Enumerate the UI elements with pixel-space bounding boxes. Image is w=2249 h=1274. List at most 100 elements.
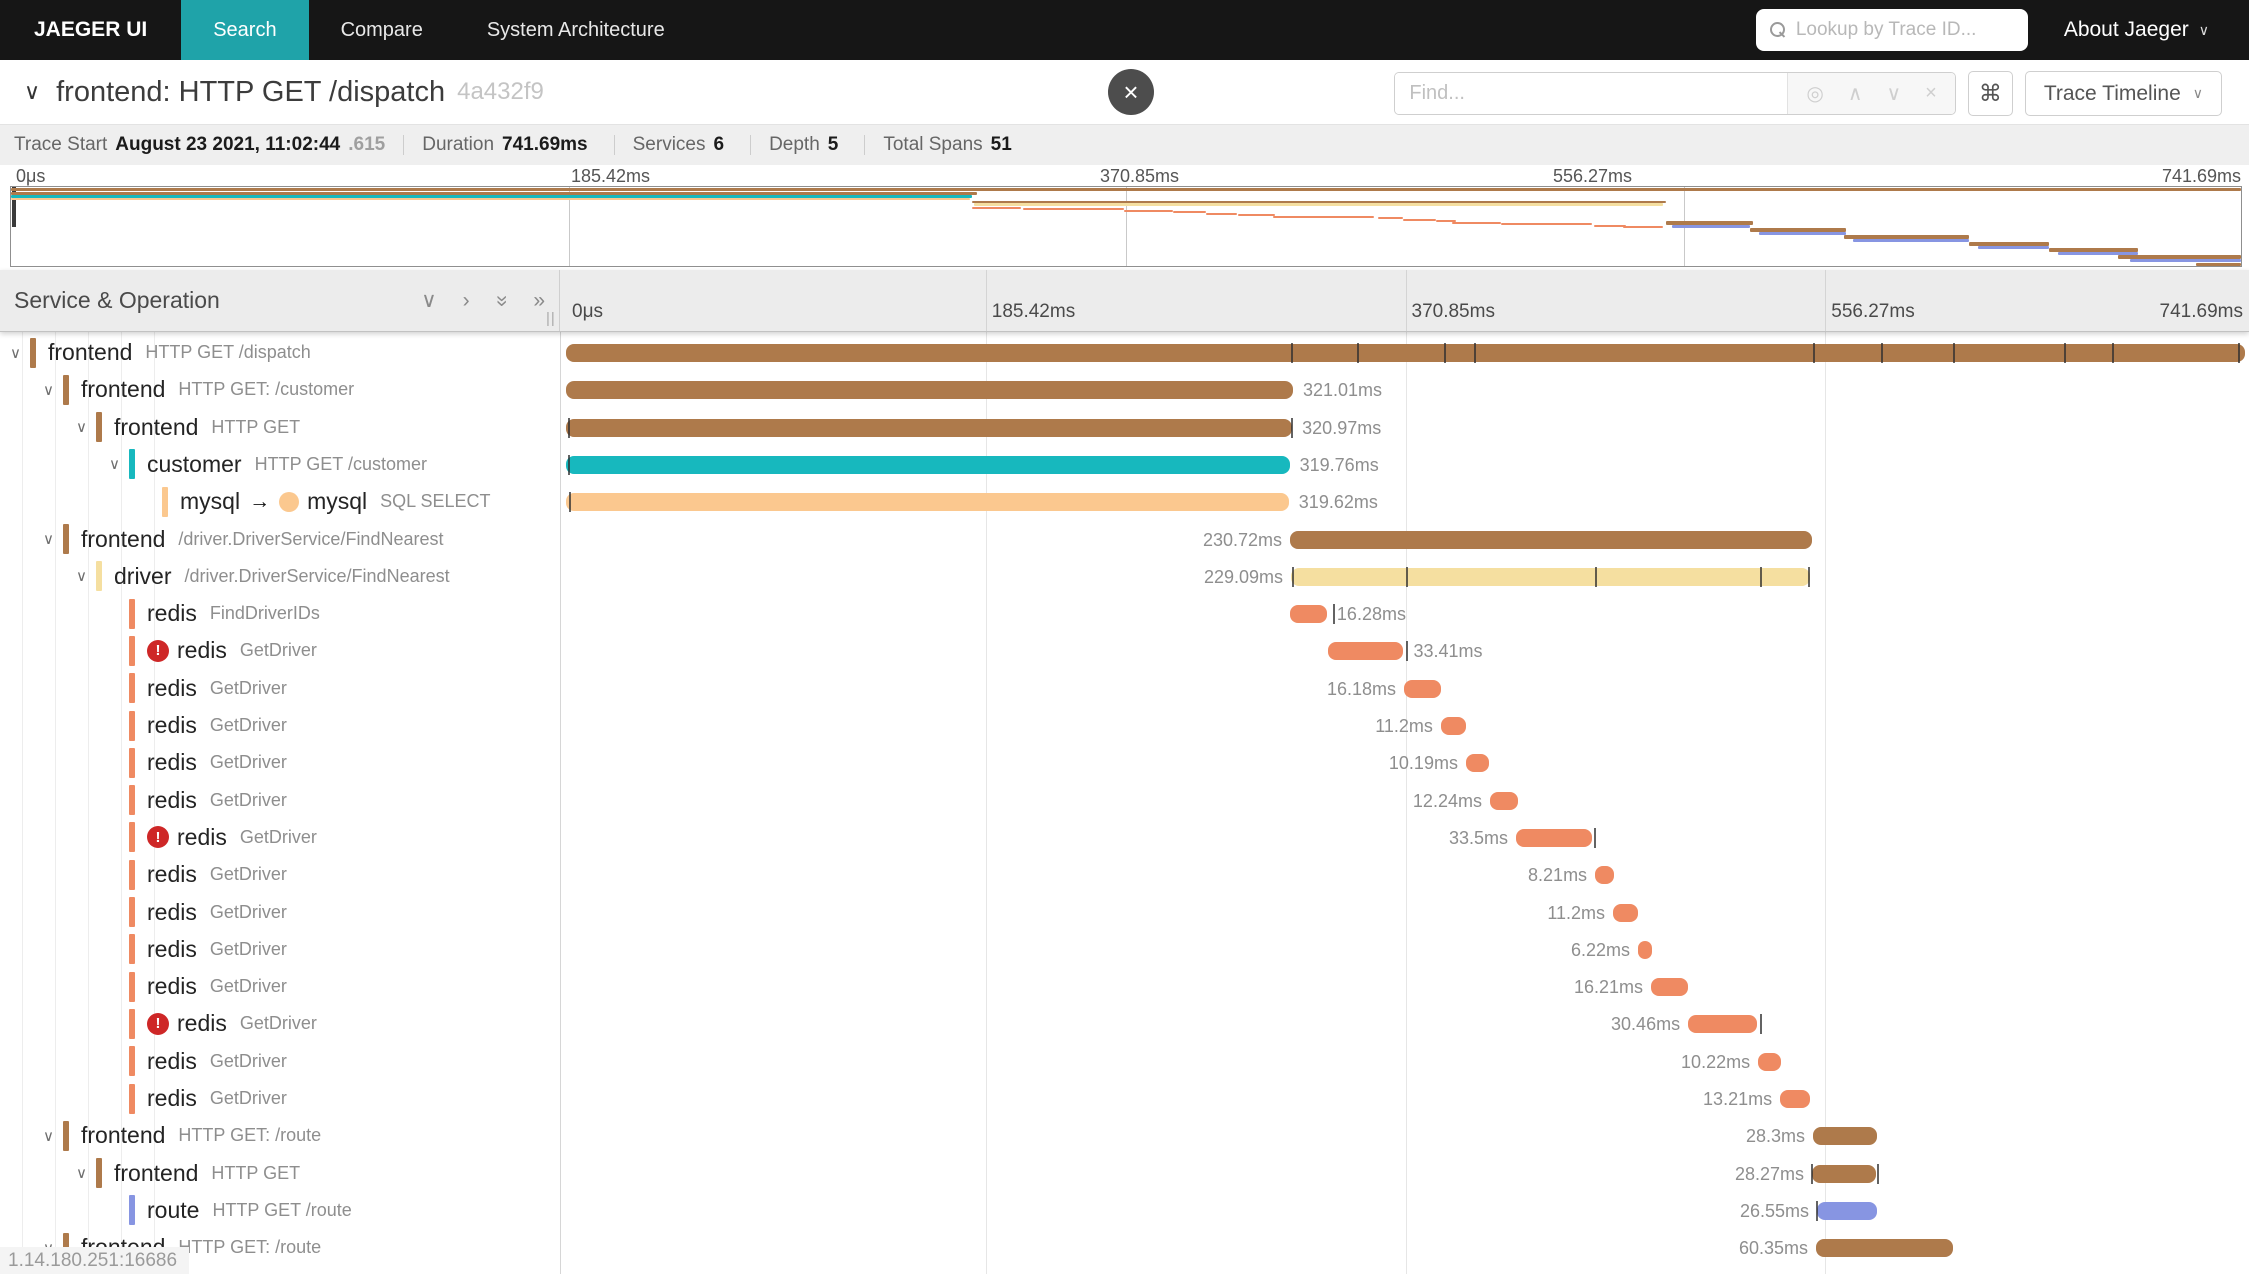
- span-bar[interactable]: [1595, 866, 1614, 884]
- span-name-cell[interactable]: !redisGetDriver: [0, 1005, 560, 1042]
- span-row[interactable]: redisGetDriver11.2ms: [0, 707, 2249, 744]
- nav-tab-search[interactable]: Search: [181, 0, 308, 60]
- span-name-cell[interactable]: redisGetDriver: [0, 931, 560, 968]
- nav-tab-compare[interactable]: Compare: [309, 0, 455, 60]
- span-tree-chevron-icon[interactable]: ∨: [76, 1164, 96, 1182]
- span-row[interactable]: mysql→mysqlSQL SELECT319.62ms: [0, 483, 2249, 520]
- close-trace-button[interactable]: ×: [1108, 69, 1154, 115]
- span-row[interactable]: redisGetDriver10.22ms: [0, 1043, 2249, 1080]
- span-name-cell[interactable]: !redisGetDriver: [0, 632, 560, 669]
- span-name-cell[interactable]: redisGetDriver: [0, 670, 560, 707]
- trace-id-input[interactable]: [1796, 19, 2014, 41]
- span-row[interactable]: ∨frontendHTTP GET: /route28.3ms: [0, 1117, 2249, 1154]
- span-name-cell[interactable]: ∨customerHTTP GET /customer: [0, 446, 560, 483]
- span-row[interactable]: ∨driver/driver.DriverService/FindNearest…: [0, 558, 2249, 595]
- span-row[interactable]: ∨frontendHTTP GET: /route60.35ms: [0, 1229, 2249, 1266]
- span-row[interactable]: redisGetDriver11.2ms: [0, 894, 2249, 931]
- span-bar[interactable]: [566, 381, 1293, 399]
- span-bar[interactable]: [566, 419, 1292, 437]
- span-bar[interactable]: [1780, 1090, 1810, 1108]
- span-name-cell[interactable]: ∨frontendHTTP GET: [0, 1155, 560, 1192]
- span-bar[interactable]: [1290, 605, 1327, 623]
- span-row[interactable]: ∨frontendHTTP GET28.27ms: [0, 1155, 2249, 1192]
- span-row[interactable]: redisGetDriver16.18ms: [0, 670, 2249, 707]
- span-name-cell[interactable]: ∨frontendHTTP GET: [0, 409, 560, 446]
- span-name-cell[interactable]: ∨driver/driver.DriverService/FindNearest: [0, 558, 560, 595]
- span-bar[interactable]: [566, 344, 2245, 362]
- keyboard-shortcuts-button[interactable]: ⌘: [1968, 71, 2013, 116]
- trace-view-selector[interactable]: Trace Timeline ∨: [2025, 71, 2222, 116]
- span-bar[interactable]: [1490, 792, 1518, 810]
- span-tree-chevron-icon[interactable]: ∨: [76, 418, 96, 436]
- span-bar[interactable]: [1466, 754, 1489, 772]
- span-row[interactable]: ∨frontendHTTP GET320.97ms: [0, 409, 2249, 446]
- span-bar[interactable]: [1638, 941, 1652, 959]
- span-row[interactable]: ∨frontendHTTP GET60.05ms: [0, 1267, 2249, 1274]
- span-name-cell[interactable]: redisFindDriverIDs: [0, 595, 560, 632]
- span-bar[interactable]: [1812, 1165, 1876, 1183]
- span-name-cell[interactable]: redisGetDriver: [0, 744, 560, 781]
- nav-tab-system-architecture[interactable]: System Architecture: [455, 0, 697, 60]
- span-name-cell[interactable]: ∨frontendHTTP GET: /route: [0, 1117, 560, 1154]
- span-bar[interactable]: [1291, 568, 1810, 586]
- span-bar[interactable]: [1688, 1015, 1757, 1033]
- span-tree-chevron-icon[interactable]: ∨: [43, 1127, 63, 1145]
- column-divider[interactable]: [560, 332, 561, 1274]
- prev-match-icon[interactable]: ∧: [1848, 81, 1863, 106]
- span-bar[interactable]: [1816, 1239, 1953, 1257]
- span-bar[interactable]: [1516, 829, 1592, 847]
- column-resizer-handle[interactable]: ||: [546, 310, 556, 327]
- collapse-all-icon[interactable]: »: [489, 295, 513, 307]
- span-name-cell[interactable]: redisGetDriver: [0, 894, 560, 931]
- span-row[interactable]: redisGetDriver8.21ms: [0, 856, 2249, 893]
- expand-one-icon[interactable]: ›: [463, 289, 470, 313]
- span-row[interactable]: !redisGetDriver30.46ms: [0, 1005, 2249, 1042]
- span-name-cell[interactable]: ∨frontend/driver.DriverService/FindNeare…: [0, 521, 560, 558]
- span-bar[interactable]: [566, 493, 1289, 511]
- span-name-cell[interactable]: mysql→mysqlSQL SELECT: [0, 483, 560, 520]
- span-tree-chevron-icon[interactable]: ∨: [43, 381, 63, 399]
- span-row[interactable]: !redisGetDriver33.5ms: [0, 819, 2249, 856]
- clear-find-icon[interactable]: ×: [1925, 82, 1937, 105]
- collapse-one-icon[interactable]: ∨: [421, 288, 436, 313]
- span-name-cell[interactable]: ∨frontendHTTP GET: /customer: [0, 371, 560, 408]
- span-name-cell[interactable]: redisGetDriver: [0, 1043, 560, 1080]
- span-tree-chevron-icon[interactable]: ∨: [43, 530, 63, 548]
- span-bar[interactable]: [566, 456, 1290, 474]
- span-name-cell[interactable]: !redisGetDriver: [0, 819, 560, 856]
- span-bar[interactable]: [1404, 680, 1441, 698]
- span-name-cell[interactable]: redisGetDriver: [0, 1080, 560, 1117]
- span-row[interactable]: redisGetDriver13.21ms: [0, 1080, 2249, 1117]
- span-row[interactable]: ∨customerHTTP GET /customer319.76ms: [0, 446, 2249, 483]
- span-row[interactable]: redisGetDriver10.19ms: [0, 744, 2249, 781]
- span-row[interactable]: ∨frontendHTTP GET /dispatch: [0, 334, 2249, 371]
- jaeger-logo[interactable]: JAEGER UI: [0, 0, 181, 60]
- span-name-cell[interactable]: redisGetDriver: [0, 782, 560, 819]
- span-name-cell[interactable]: redisGetDriver: [0, 856, 560, 893]
- span-bar[interactable]: [1817, 1202, 1877, 1220]
- minimap-canvas[interactable]: [10, 186, 2242, 267]
- span-name-cell[interactable]: routeHTTP GET /route: [0, 1192, 560, 1229]
- span-tree-chevron-icon[interactable]: ∨: [109, 455, 129, 473]
- span-bar[interactable]: [1651, 978, 1688, 996]
- span-bar[interactable]: [1441, 717, 1466, 735]
- span-name-cell[interactable]: ∨frontendHTTP GET /dispatch: [0, 334, 560, 371]
- span-tree-chevron-icon[interactable]: ∨: [76, 567, 96, 585]
- about-jaeger-menu[interactable]: About Jaeger ∨: [2064, 18, 2209, 42]
- span-row[interactable]: routeHTTP GET /route26.55ms: [0, 1192, 2249, 1229]
- find-input[interactable]: [1395, 73, 1787, 114]
- span-name-cell[interactable]: redisGetDriver: [0, 707, 560, 744]
- span-bar[interactable]: [1758, 1053, 1781, 1071]
- span-row[interactable]: redisGetDriver16.21ms: [0, 968, 2249, 1005]
- collapse-trace-chevron-icon[interactable]: ∨: [24, 79, 40, 105]
- span-bar[interactable]: [1328, 642, 1404, 660]
- span-row[interactable]: redisGetDriver6.22ms: [0, 931, 2249, 968]
- expand-all-icon[interactable]: »: [533, 289, 545, 313]
- span-bar[interactable]: [1813, 1127, 1877, 1145]
- span-bar[interactable]: [1290, 531, 1812, 549]
- span-name-cell[interactable]: redisGetDriver: [0, 968, 560, 1005]
- span-row[interactable]: ∨frontend/driver.DriverService/FindNeare…: [0, 521, 2249, 558]
- next-match-icon[interactable]: ∨: [1886, 81, 1901, 106]
- span-row[interactable]: redisFindDriverIDs16.28ms: [0, 595, 2249, 632]
- span-row[interactable]: ∨frontendHTTP GET: /customer321.01ms: [0, 371, 2249, 408]
